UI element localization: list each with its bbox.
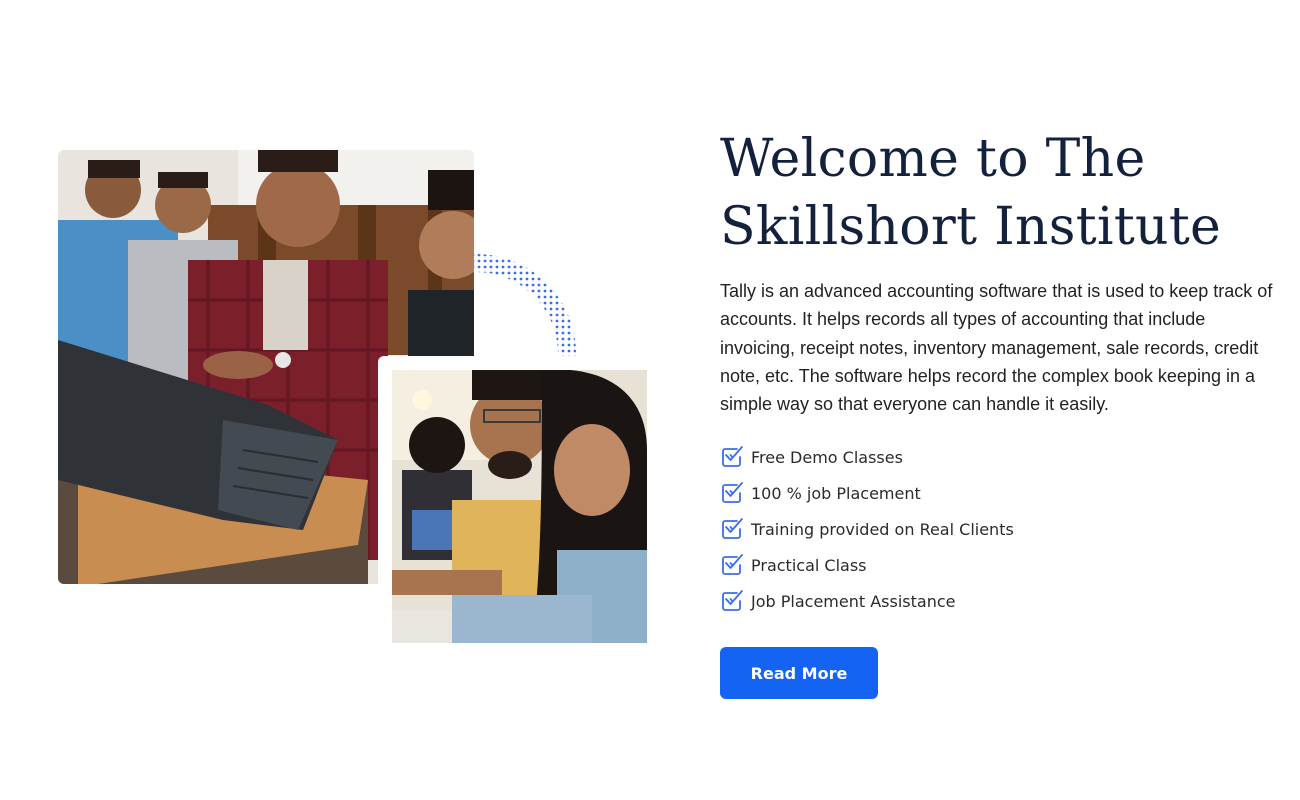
double-check-icon [720,445,744,469]
feature-label: 100 % job Placement [751,483,921,503]
feature-label: Free Demo Classes [751,447,903,467]
feature-label: Practical Class [751,555,867,575]
feature-item: Training provided on Real Clients [720,511,1280,547]
double-check-icon [720,553,744,577]
double-check-icon [720,517,744,541]
title-line-2: Skillshort Institute [720,197,1222,257]
smiling-students-in-class-photo [392,370,647,643]
title-line-1: Welcome to The [720,129,1146,189]
hero-description: Tally is an advanced accounting software… [720,281,1273,415]
read-more-button[interactable]: Read More [720,647,878,700]
feature-label: Job Placement Assistance [751,591,956,611]
feature-item: 100 % job Placement [720,475,1280,511]
feature-item: Practical Class [720,547,1280,583]
double-check-icon [720,589,744,613]
feature-list: Free Demo Classes 100 % job Placement Tr… [720,439,1280,619]
dotted-arc-decoration [470,240,590,360]
feature-item: Job Placement Assistance [720,583,1280,619]
double-check-icon [720,481,744,505]
hero-content: Welcome to The Skillshort Institute Tall… [720,125,1280,700]
feature-label: Training provided on Real Clients [751,519,1014,539]
page-title: Welcome to The Skillshort Institute [720,125,1280,261]
feature-item: Free Demo Classes [720,439,1280,475]
